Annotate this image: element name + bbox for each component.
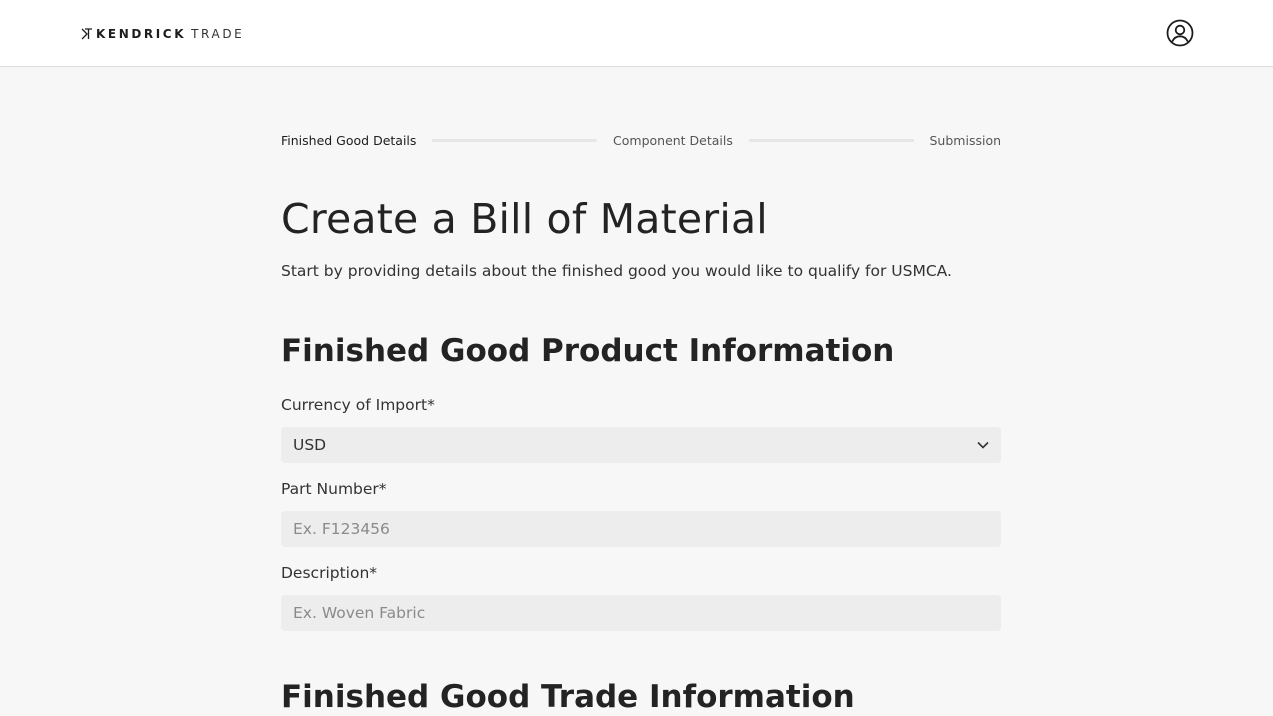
kt-logo-mark-icon [81,28,92,40]
currency-label: Currency of Import* [281,396,435,414]
logo-text-light: TRADE [191,27,245,41]
currency-selected-value: USD [293,436,327,454]
chevron-down-icon [977,441,989,449]
page-title: Create a Bill of Material [281,195,768,243]
trade-information-heading: Finished Good Trade Information [281,679,855,715]
step-component-details[interactable]: Component Details [613,133,733,148]
description-field-wrapper [281,595,1001,631]
part-number-input[interactable] [293,520,989,538]
progress-stepper: Finished Good Details Component Details … [281,131,1001,149]
logo-text-bold: KENDRICK [96,27,187,41]
kendrick-trade-logo[interactable]: KENDRICK TRADE [81,26,244,42]
product-information-heading: Finished Good Product Information [281,333,895,369]
page-subtitle: Start by providing details about the fin… [281,262,952,280]
currency-select[interactable]: USD [281,427,1001,463]
part-number-field-wrapper [281,511,1001,547]
part-number-label: Part Number* [281,480,387,498]
step-submission[interactable]: Submission [930,133,1002,148]
top-navigation-bar: KENDRICK TRADE [0,0,1273,67]
description-input[interactable] [293,604,989,622]
step-connector [432,138,598,142]
step-connector [748,138,914,142]
description-label: Description* [281,564,378,582]
step-finished-good-details[interactable]: Finished Good Details [281,133,416,148]
user-circle-icon[interactable] [1166,19,1194,47]
